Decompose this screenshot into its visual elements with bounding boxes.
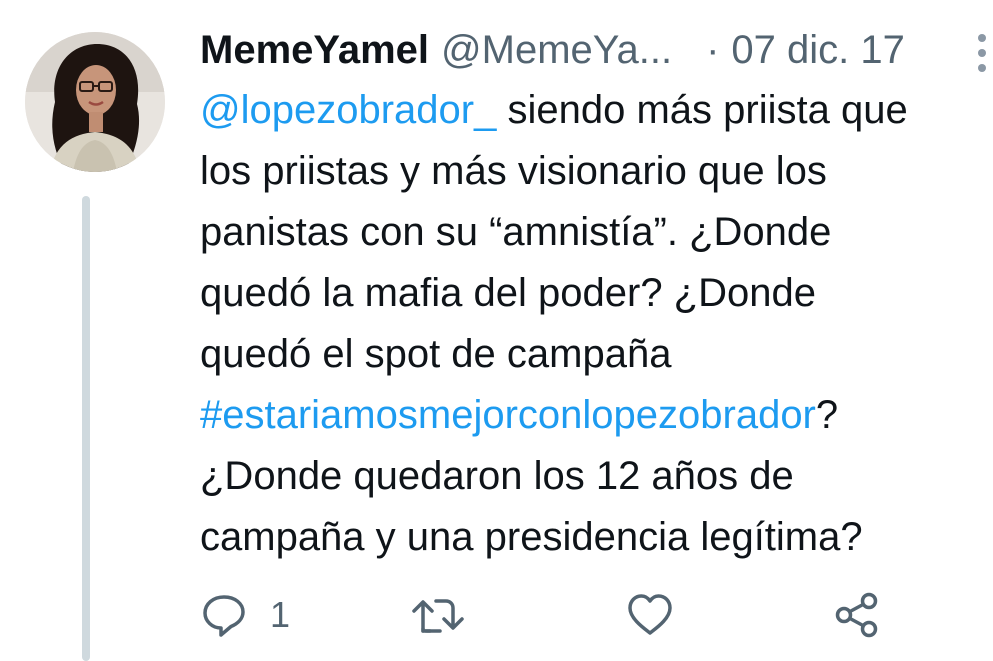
tweet-line: quedó la mafia del poder? ¿Donde: [200, 271, 816, 315]
display-name[interactable]: MemeYamel: [200, 20, 429, 80]
tweet-header: MemeYamel @MemeYa... · 07 dic. 17: [200, 20, 960, 80]
tweet-line: panistas con su “amnistía”. ¿Donde: [200, 210, 832, 254]
tweet-date[interactable]: 07 dic. 17: [731, 20, 904, 80]
tweet-text-segment: siendo más priista que: [496, 88, 908, 132]
reply-icon: [200, 591, 248, 639]
reply-button[interactable]: 1: [200, 585, 290, 645]
avatar-image: [25, 32, 165, 172]
user-handle[interactable]: @MemeYa...: [441, 20, 672, 80]
tweet-line: @lopezobrador_ siendo más priista que: [200, 80, 980, 141]
more-vertical-icon[interactable]: [972, 30, 992, 76]
share-icon: [832, 590, 882, 640]
tweet-text-segment: ?: [815, 393, 839, 437]
like-icon: [625, 591, 675, 639]
mention-link[interactable]: @lopezobrador_: [200, 88, 496, 132]
tweet-line: ¿Donde quedaron los 12 años de: [200, 454, 794, 498]
tweet-actions: 1: [200, 585, 900, 645]
thread-line: [82, 196, 90, 661]
avatar[interactable]: [25, 32, 165, 172]
tweet-line: #estariamosmejorconlopezobrador?: [200, 385, 980, 446]
separator-dot: ·: [706, 28, 720, 72]
share-button[interactable]: [832, 585, 882, 645]
hashtag-link[interactable]: #estariamosmejorconlopezobrador: [200, 393, 816, 437]
retweet-button[interactable]: [410, 585, 466, 645]
retweet-icon: [410, 591, 466, 639]
tweet-line: los priistas y más visionario que los: [200, 149, 827, 193]
tweet-line: campaña y una presidencia legítima?: [200, 515, 863, 559]
tweet-text: @lopezobrador_ siendo más priista que lo…: [200, 80, 980, 568]
like-button[interactable]: [625, 585, 675, 645]
reply-count: 1: [270, 594, 291, 635]
tweet-line: quedó el spot de campaña: [200, 332, 672, 376]
